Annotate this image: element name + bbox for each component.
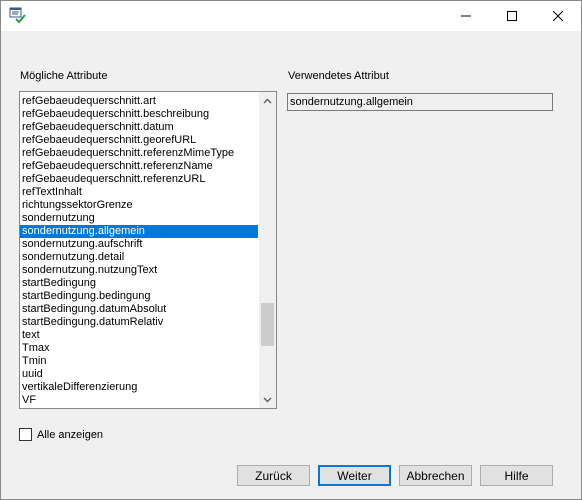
chevron-down-icon xyxy=(263,397,272,402)
list-item[interactable]: VF xyxy=(20,394,258,407)
list-item[interactable]: Tmax xyxy=(20,342,258,355)
scroll-down-button[interactable] xyxy=(259,391,276,408)
possible-attributes-list[interactable]: refGebaeudequerschnitt.art refGebaeudeque… xyxy=(19,91,277,409)
list-item[interactable]: sondernutzung.allgemein xyxy=(20,225,258,238)
possible-attributes-label: Mögliche Attribute xyxy=(20,70,108,82)
used-attribute-field: sondernutzung.allgemein xyxy=(287,93,553,111)
list-item[interactable]: startBedingung.datumRelativ xyxy=(20,316,258,329)
list-item[interactable]: Tmin xyxy=(20,355,258,368)
maximize-icon xyxy=(507,11,517,21)
list-item[interactable]: sondernutzung.nutzungText xyxy=(20,264,258,277)
list-item[interactable]: text xyxy=(20,329,258,342)
cancel-button[interactable]: Abbrechen xyxy=(399,465,472,486)
chevron-up-icon xyxy=(263,98,272,103)
list-item[interactable]: refGebaeudequerschnitt.georefURL xyxy=(20,134,258,147)
next-button[interactable]: Weiter xyxy=(318,465,391,486)
list-items-container: refGebaeudequerschnitt.art refGebaeudeque… xyxy=(20,95,258,407)
show-all-checkbox[interactable] xyxy=(19,428,32,441)
list-item[interactable]: refGebaeudequerschnitt.referenzName xyxy=(20,160,258,173)
list-item[interactable]: startBedingung.bedingung xyxy=(20,290,258,303)
list-item[interactable]: refGebaeudequerschnitt.datum xyxy=(20,121,258,134)
minimize-button[interactable] xyxy=(443,1,489,31)
show-all-option[interactable]: Alle anzeigen xyxy=(19,428,103,441)
close-icon xyxy=(553,11,563,21)
list-item[interactable]: richtungssektorGrenze xyxy=(20,199,258,212)
dialog-window: Mögliche Attribute Verwendetes Attribut … xyxy=(0,0,582,500)
list-item[interactable]: refGebaeudequerschnitt.referenzURL xyxy=(20,173,258,186)
title-bar xyxy=(1,1,581,31)
list-item[interactable]: sondernutzung.aufschrift xyxy=(20,238,258,251)
list-item[interactable]: startBedingung.datumAbsolut xyxy=(20,303,258,316)
list-item[interactable]: uuid xyxy=(20,368,258,381)
list-item[interactable]: sondernutzung xyxy=(20,212,258,225)
dialog-checkmark-icon xyxy=(9,7,27,25)
list-item[interactable]: refTextInhalt xyxy=(20,186,258,199)
minimize-icon xyxy=(461,15,471,17)
show-all-label[interactable]: Alle anzeigen xyxy=(37,429,103,441)
maximize-button[interactable] xyxy=(489,1,535,31)
list-item[interactable]: sondernutzung.detail xyxy=(20,251,258,264)
help-button[interactable]: Hilfe xyxy=(480,465,553,486)
close-button[interactable] xyxy=(535,1,581,31)
scrollbar-thumb[interactable] xyxy=(261,303,274,346)
used-attribute-label: Verwendetes Attribut xyxy=(288,70,389,82)
list-item[interactable]: refGebaeudequerschnitt.art xyxy=(20,95,258,108)
list-item[interactable]: vertikaleDifferenzierung xyxy=(20,381,258,394)
list-item[interactable]: refGebaeudequerschnitt.referenzMimeType xyxy=(20,147,258,160)
vertical-scrollbar[interactable] xyxy=(259,92,276,408)
scroll-up-button[interactable] xyxy=(259,92,276,109)
list-item[interactable]: startBedingung xyxy=(20,277,258,290)
back-button[interactable]: Zurück xyxy=(237,465,310,486)
list-item[interactable]: refGebaeudequerschnitt.beschreibung xyxy=(20,108,258,121)
